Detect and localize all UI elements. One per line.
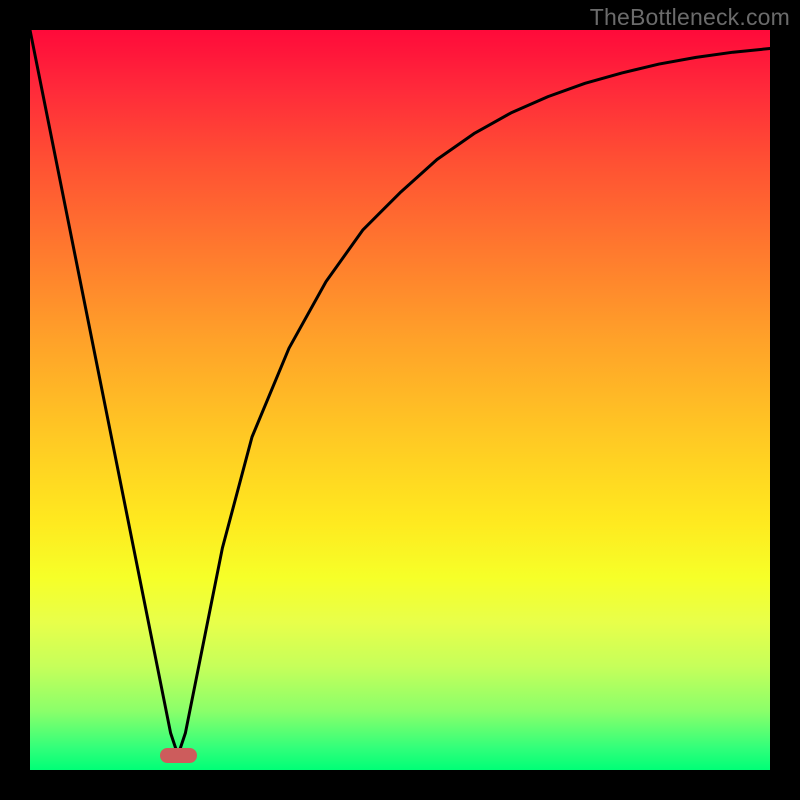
plot-area	[30, 30, 770, 770]
curve-svg	[30, 30, 770, 770]
chart-frame: TheBottleneck.com	[0, 0, 800, 800]
watermark-text: TheBottleneck.com	[590, 4, 790, 31]
curve-path	[30, 30, 770, 755]
minimum-marker	[160, 748, 197, 763]
